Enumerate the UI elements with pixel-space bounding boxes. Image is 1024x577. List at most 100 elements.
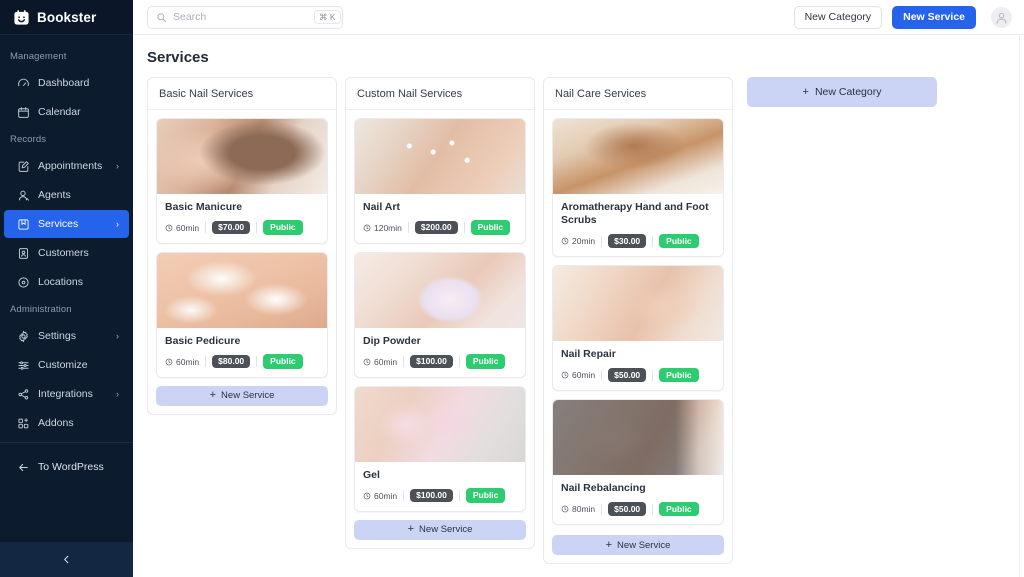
sidebar-item-settings[interactable]: Settings › [4,322,129,350]
search-input[interactable] [173,11,308,23]
new-service-label: New Service [419,524,473,536]
service-name: Basic Pedicure [165,334,241,347]
sidebar-item-calendar[interactable]: Calendar [4,98,129,126]
app-root: Bookster Management Dashboard Calendar R… [0,0,1024,577]
sidebar-item-addons[interactable]: Addons [4,409,129,437]
service-name: Dip Powder [363,334,421,347]
service-body: Aromatherapy Hand and Foot Scrubs 20min [553,194,723,256]
divider [458,356,460,368]
service-image [157,119,327,194]
service-card[interactable]: Dip Powder 60min $100.00 Public [354,251,526,378]
user-icon [18,190,29,201]
service-image [553,119,723,194]
main-area: ⌘ K New Category New Service Services Ba… [133,0,1024,577]
service-card[interactable]: Nail Rebalancing 80min $50.00 Public [552,399,724,526]
share-nodes-icon [18,388,29,399]
category-services-list: Basic Manicure 60min $70.00 Public Basic… [148,110,336,386]
service-duration: 60min [363,357,397,367]
divider [205,222,207,234]
service-duration: 60min [165,223,199,233]
service-meta: 60min $50.00 Public [561,367,715,383]
service-card[interactable]: Gel 60min $100.00 Public [354,385,526,512]
service-body: Nail Repair 60min $50.00 Public [553,341,723,390]
clock-icon [363,358,371,365]
brand-name: Bookster [37,9,97,25]
sidebar-item-customers[interactable]: Customers [4,239,129,267]
divider [463,222,465,234]
sidebar-item-customize[interactable]: Customize [4,351,129,379]
service-visibility-badge: Public [659,501,699,517]
new-service-button-column[interactable]: + New Service [156,385,328,406]
services-board: Basic Nail Services Basic Manicure 60min… [147,77,1024,564]
sidebar-item-services[interactable]: Services › [4,210,129,238]
service-card[interactable]: Aromatherapy Hand and Foot Scrubs 20min [552,118,724,258]
service-name: Aromatherapy Hand and Foot Scrubs [561,201,709,227]
category-title: Basic Nail Services [148,78,336,110]
divider [601,235,603,247]
service-meta: 80min $50.00 Public [561,501,715,517]
sidebar-item-label: Calendar [38,106,81,118]
service-price-badge: $80.00 [212,354,251,369]
category-services-list[interactable]: Aromatherapy Hand and Foot Scrubs 20min [544,110,732,529]
new-service-button[interactable]: New Service [892,5,976,29]
service-image [553,266,723,342]
sidebar-item-agents[interactable]: Agents [4,181,129,209]
service-card[interactable]: Nail Art 120min $200.00 Public [354,118,526,244]
new-service-button-column[interactable]: + New Service [552,535,724,555]
category-column-basic-nail-services: Basic Nail Services Basic Manicure 60min… [147,77,337,415]
divider [601,369,603,381]
sidebar-section-management: Management [10,51,67,62]
sidebar-collapse-button[interactable] [0,542,133,577]
service-image [355,252,525,328]
service-name: Nail Repair [561,348,616,361]
sidebar-item-locations[interactable]: Locations [4,268,129,296]
clock-icon [561,505,569,513]
avatar[interactable] [991,6,1012,28]
service-card[interactable]: Nail Repair 60min $50.00 Public [552,265,724,392]
search-box[interactable]: ⌘ K [147,5,343,29]
page-scrollbar[interactable] [1019,36,1023,577]
chevron-right-icon: › [116,160,119,171]
service-meta: 60min $70.00 Public [165,220,319,235]
calendar-icon [18,106,29,118]
service-card[interactable]: Basic Pedicure 60min $80.00 Public [156,251,328,378]
service-card[interactable]: Basic Manicure 60min $70.00 Public [156,118,328,244]
service-name: Nail Art [363,201,400,213]
plus-icon: + [605,538,613,551]
sidebar-item-appointments[interactable]: Appointments › [4,152,129,180]
service-meta: 60min $100.00 Public [363,488,517,503]
service-visibility-badge: Public [659,233,699,249]
sidebar-item-label: Services [38,218,79,230]
chevron-right-icon: › [116,388,119,399]
sliders-icon [18,360,29,370]
service-name: Basic Manicure [165,201,243,213]
service-duration-label: 20min [572,236,596,247]
clock-icon [561,237,569,245]
service-duration: 20min [561,236,595,246]
divider [403,356,405,368]
new-category-button[interactable]: New Category [793,5,883,29]
new-service-label: New Service [617,539,671,551]
service-meta: 60min $80.00 Public [165,354,319,369]
service-image [553,400,723,476]
service-duration-label: 120min [374,222,402,233]
divider [652,235,654,247]
sidebar-item-integrations[interactable]: Integrations › [4,380,129,408]
sidebar-item-dashboard[interactable]: Dashboard [4,69,129,97]
category-column-custom-nail-services: Custom Nail Services Nail Art 120min $20… [345,77,535,549]
new-category-button-board[interactable]: + New Category [747,77,937,107]
arrow-left-icon [19,463,28,471]
plus-icon: + [407,523,415,536]
service-duration: 120min [363,223,402,233]
divider [652,503,654,515]
brand[interactable]: Bookster [0,0,133,35]
service-image [355,119,525,194]
divider [256,356,258,368]
service-duration-label: 60min [176,356,200,367]
page-title: Services [147,49,209,66]
search-shortcut-badge: ⌘ K [314,9,341,25]
new-service-button-column[interactable]: + New Service [354,519,526,540]
sidebar-section-records: Records [10,134,47,145]
calendar-smile-icon [14,9,29,25]
sidebar-item-to-wordpress[interactable]: To WordPress [4,453,129,481]
